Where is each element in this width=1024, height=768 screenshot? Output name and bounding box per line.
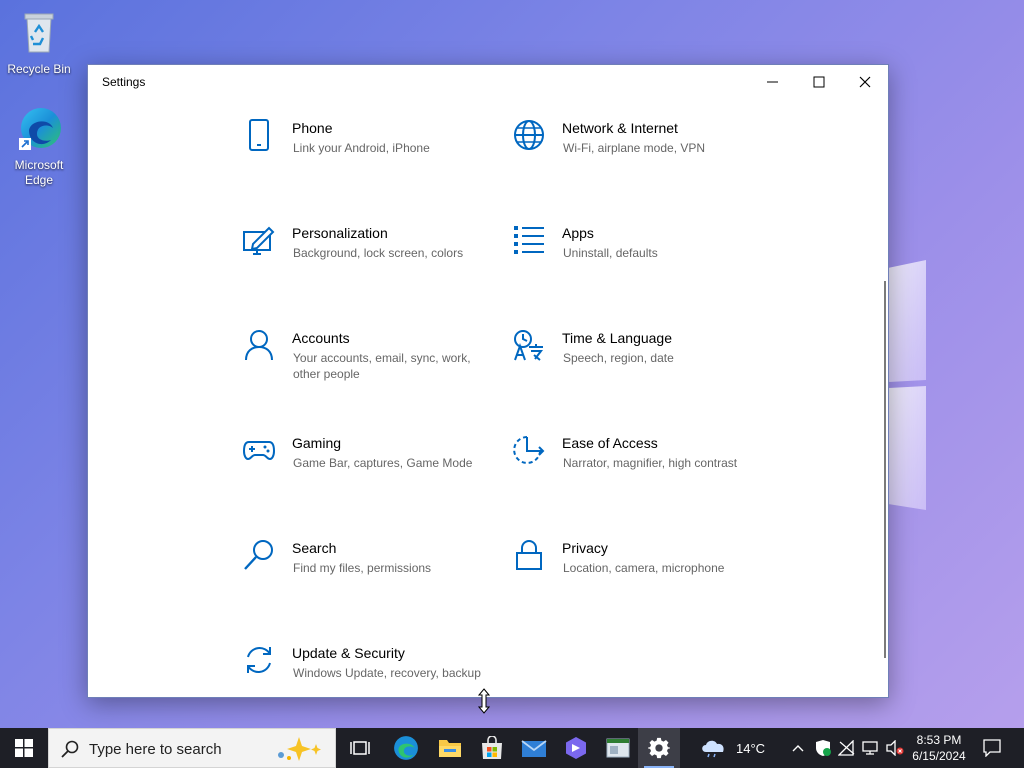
store-icon bbox=[482, 736, 502, 759]
search-icon bbox=[244, 540, 273, 570]
taskbar-mail[interactable] bbox=[512, 728, 556, 768]
desktop-icon-edge[interactable]: Microsoft Edge bbox=[4, 104, 74, 188]
settings-window: Settings Phone Link your Android, iPhone… bbox=[87, 64, 889, 698]
search-placeholder: Type here to search bbox=[89, 741, 222, 758]
weather-temperature: 14°C bbox=[736, 740, 766, 756]
gear-icon bbox=[648, 737, 670, 759]
taskbar-store[interactable] bbox=[470, 728, 514, 768]
taskbar-clock[interactable]: 8:53 PM 6/15/2024 bbox=[906, 732, 972, 764]
desktop-icon-label: Recycle Bin bbox=[7, 62, 71, 76]
tile-name: Time & Language bbox=[562, 330, 672, 346]
tile-description: Background, lock screen, colors bbox=[293, 246, 464, 260]
cloud-rain-icon bbox=[702, 740, 724, 758]
wallpaper-windows-logo bbox=[888, 260, 926, 510]
maximize-button[interactable] bbox=[796, 65, 842, 99]
tray-security[interactable] bbox=[812, 728, 834, 768]
desktop-icon-recycle-bin[interactable]: Recycle Bin bbox=[4, 8, 74, 77]
tile-name: Personalization bbox=[292, 225, 388, 241]
search-icon bbox=[61, 740, 79, 758]
tray-volume[interactable] bbox=[884, 728, 906, 768]
edge-icon bbox=[19, 108, 61, 150]
clock-date: 6/15/2024 bbox=[912, 749, 966, 763]
close-button[interactable] bbox=[842, 65, 888, 99]
tile-name: Update & Security bbox=[292, 645, 405, 661]
hexagon-app-icon bbox=[566, 737, 586, 759]
ease-of-access-icon bbox=[513, 436, 545, 464]
minimize-button[interactable] bbox=[750, 65, 796, 99]
folder-icon bbox=[439, 740, 461, 757]
tile-name: Ease of Access bbox=[562, 435, 658, 451]
tile-name: Apps bbox=[562, 225, 594, 241]
taskbar-app-visual-studio[interactable] bbox=[554, 728, 598, 768]
recycle-bin-icon bbox=[24, 13, 54, 53]
taskbar-settings[interactable] bbox=[638, 728, 680, 768]
notification-icon bbox=[983, 739, 1001, 757]
globe-icon bbox=[514, 120, 544, 150]
tile-description: Location, camera, microphone bbox=[563, 561, 725, 575]
apps-list-icon bbox=[514, 226, 544, 254]
tile-name: Network & Internet bbox=[562, 120, 678, 136]
tile-description: Your accounts, email, sync, work, other … bbox=[293, 351, 471, 381]
tile-description: Speech, region, date bbox=[563, 351, 674, 365]
desktop-icon-label: Microsoft Edge bbox=[14, 158, 64, 187]
weather-widget[interactable]: 14°C bbox=[700, 728, 776, 768]
app-window-icon bbox=[606, 738, 630, 758]
tile-name: Gaming bbox=[292, 435, 342, 451]
monitor-icon bbox=[862, 741, 878, 755]
tile-name: Phone bbox=[292, 120, 333, 136]
phone-icon bbox=[249, 119, 269, 151]
resize-cursor-icon bbox=[478, 688, 490, 714]
chevron-up-icon bbox=[792, 745, 804, 752]
windows-logo-icon bbox=[15, 739, 33, 757]
minimize-icon bbox=[767, 81, 778, 83]
personalization-icon bbox=[243, 226, 275, 255]
tile-description: Game Bar, captures, Game Mode bbox=[293, 456, 473, 470]
taskbar-app-window[interactable] bbox=[596, 728, 640, 768]
show-hidden-icons-button[interactable] bbox=[788, 728, 808, 768]
edge-icon bbox=[394, 736, 418, 760]
task-view-icon bbox=[350, 741, 370, 755]
scrollbar-thumb[interactable] bbox=[884, 281, 886, 658]
time-language-icon bbox=[514, 330, 543, 361]
tray-network[interactable] bbox=[836, 728, 858, 768]
clock-time: 8:53 PM bbox=[916, 733, 962, 747]
task-view-button[interactable] bbox=[338, 728, 382, 768]
taskbar-search-box[interactable]: Type here to search bbox=[48, 728, 336, 768]
tray-display[interactable] bbox=[860, 728, 882, 768]
start-button[interactable] bbox=[0, 728, 48, 768]
window-title: Settings bbox=[102, 75, 146, 89]
close-icon bbox=[859, 76, 871, 88]
refresh-icon bbox=[247, 647, 271, 673]
search-highlight-icon bbox=[278, 737, 321, 761]
tile-description: Find my files, permissions bbox=[293, 561, 432, 575]
tile-description: Link your Android, iPhone bbox=[293, 141, 430, 155]
tile-description: Uninstall, defaults bbox=[563, 246, 658, 260]
maximize-icon bbox=[813, 76, 825, 88]
tile-description: Windows Update, recovery, backup bbox=[293, 666, 481, 680]
tile-name: Privacy bbox=[562, 540, 608, 556]
network-disconnected-icon bbox=[838, 740, 855, 756]
shield-icon bbox=[816, 740, 831, 756]
mail-icon bbox=[521, 740, 547, 757]
taskbar-edge[interactable] bbox=[384, 728, 428, 768]
person-icon bbox=[245, 330, 273, 361]
tile-name: Search bbox=[292, 540, 337, 556]
tile-name: Accounts bbox=[292, 330, 350, 346]
tile-description: Wi-Fi, airplane mode, VPN bbox=[563, 141, 706, 155]
title-bar[interactable]: Settings bbox=[88, 65, 888, 99]
taskbar-file-explorer[interactable] bbox=[428, 728, 472, 768]
tile-description: Narrator, magnifier, high contrast bbox=[563, 456, 738, 470]
taskbar: Type here to search 14°C 8:53 PM 6/15/20… bbox=[0, 728, 1024, 768]
gamepad-icon bbox=[243, 441, 275, 461]
lock-icon bbox=[516, 540, 542, 570]
action-center-button[interactable] bbox=[978, 728, 1006, 768]
volume-muted-icon bbox=[886, 740, 904, 756]
